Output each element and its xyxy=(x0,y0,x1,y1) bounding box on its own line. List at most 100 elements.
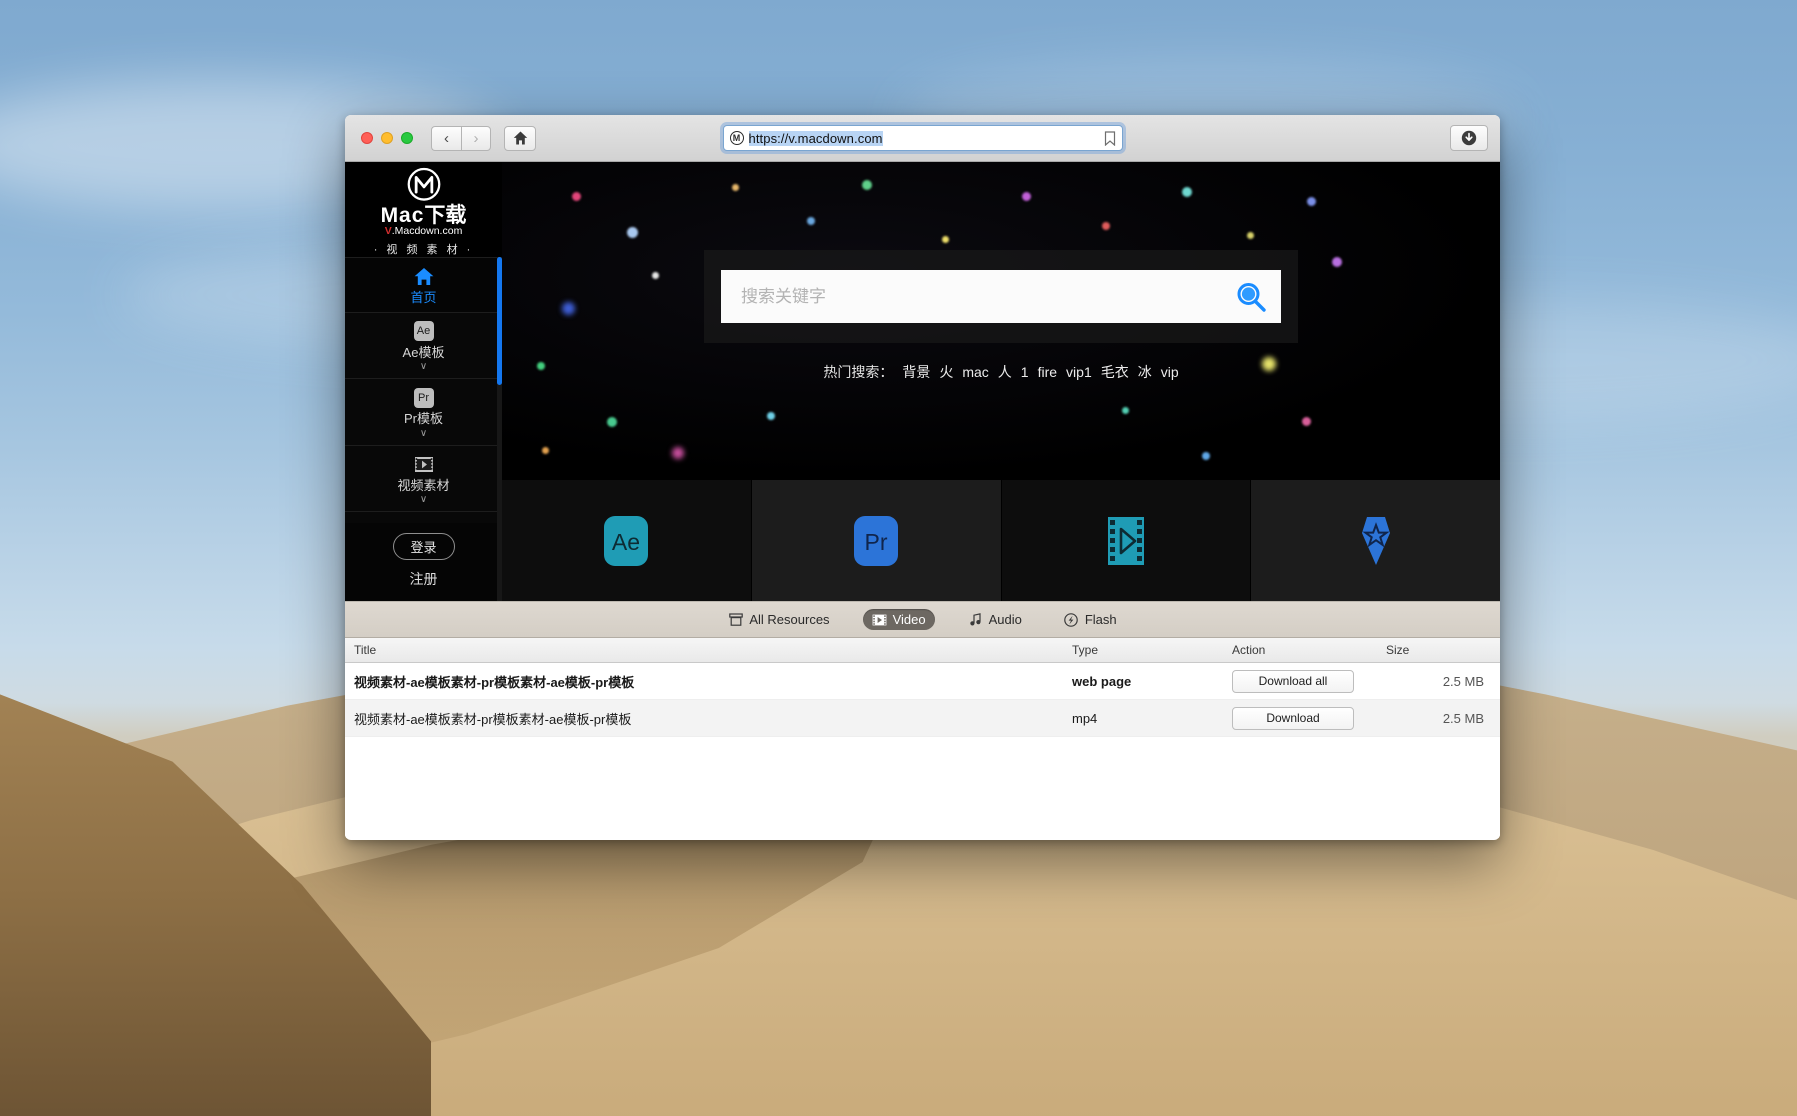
register-link[interactable]: 注册 xyxy=(410,569,438,589)
ae-tile[interactable]: Ae xyxy=(502,480,752,601)
hot-tag[interactable]: 背景 xyxy=(902,362,930,382)
login-button[interactable]: 登录 xyxy=(392,533,455,560)
particle xyxy=(627,227,638,238)
particle xyxy=(1302,417,1311,426)
forward-button[interactable]: › xyxy=(461,125,491,151)
flash-icon xyxy=(1064,612,1079,627)
column-header-type[interactable]: Type xyxy=(1072,643,1232,657)
hot-tag[interactable]: mac xyxy=(962,364,988,380)
download-all-button[interactable]: Download all xyxy=(1232,669,1354,693)
sidebar-item-pr-templates[interactable]: Pr Pr模板 ∨ xyxy=(345,378,502,445)
particle xyxy=(1022,192,1031,201)
home-button[interactable] xyxy=(504,125,536,151)
row-type: mp4 xyxy=(1072,710,1098,726)
pr-badge-icon: Pr xyxy=(413,387,434,408)
pr-badge-text: Pr xyxy=(413,387,434,408)
download-filter-tabs: All Resources Video Audio Flash xyxy=(345,602,1500,638)
site-logo[interactable]: Mac 下载 V.Macdown.com · 视 频 素 材 · xyxy=(345,162,502,257)
particle xyxy=(1202,452,1210,460)
ae-badge-icon: Ae xyxy=(413,321,434,342)
film-strip-icon xyxy=(414,454,434,475)
film-strip-icon xyxy=(1107,516,1144,565)
site-sidebar: Mac 下载 V.Macdown.com · 视 频 素 材 · 首页 Ae A… xyxy=(345,162,502,601)
tab-label: Video xyxy=(892,612,926,627)
brand-word-en: Mac xyxy=(380,204,425,228)
address-bar[interactable]: M https://v.macdown.com xyxy=(722,125,1123,151)
column-header-title[interactable]: Title xyxy=(345,643,1072,657)
ae-app-icon: Ae xyxy=(604,515,649,566)
particle xyxy=(1332,257,1342,267)
url-text: https://v.macdown.com xyxy=(748,130,883,146)
zoom-button[interactable] xyxy=(401,132,413,144)
back-button[interactable]: ‹ xyxy=(431,125,461,151)
sidebar-item-video-materials[interactable]: 视频素材 ∨ xyxy=(345,444,502,512)
downloads-button[interactable] xyxy=(1450,125,1488,151)
brand-word-cn: 下载 xyxy=(424,204,467,228)
hot-tag[interactable]: vip xyxy=(1161,364,1179,380)
particle xyxy=(767,412,775,420)
macdown-m-logo xyxy=(407,167,440,201)
sidebar-item-ae-templates[interactable]: Ae Ae模板 ∨ xyxy=(345,311,502,379)
row-action[interactable]: Download xyxy=(1232,706,1380,730)
download-empty-area xyxy=(345,737,1500,838)
tab-audio[interactable]: Audio xyxy=(959,609,1031,630)
tab-label: Audio xyxy=(988,612,1022,627)
navigation-buttons[interactable]: ‹ › xyxy=(431,125,491,151)
download-table-header: Title Type Action Size xyxy=(345,638,1500,663)
close-button[interactable] xyxy=(361,132,373,144)
sidebar-item-home[interactable]: 首页 xyxy=(345,257,502,312)
table-row[interactable]: 视频素材-ae模板素材-pr模板素材-ae模板-pr模板 mp4 Downloa… xyxy=(345,700,1500,737)
site-main: 热门搜索： 背景 火 mac 人 1 fire vip1 毛衣 冰 vip xyxy=(502,162,1500,601)
row-title: 视频素材-ae模板素材-pr模板素材-ae模板-pr模板 xyxy=(354,674,635,690)
music-note-icon xyxy=(968,613,983,627)
column-header-action[interactable]: Action xyxy=(1232,643,1380,657)
row-title: 视频素材-ae模板素材-pr模板素材-ae模板-pr模板 xyxy=(354,711,632,727)
hot-tag[interactable]: 人 xyxy=(998,362,1012,382)
hot-tag[interactable]: 1 xyxy=(1021,364,1029,380)
particle xyxy=(542,447,549,454)
address-bar-container[interactable]: M https://v.macdown.com xyxy=(722,125,1123,151)
row-size: 2.5 MB xyxy=(1442,710,1484,726)
brand-domain: V.Macdown.com xyxy=(385,225,463,239)
download-circle-icon xyxy=(1461,130,1477,146)
hot-tag[interactable]: 毛衣 xyxy=(1101,362,1129,382)
particle xyxy=(1262,357,1276,371)
sidebar-item-label: Pr模板 xyxy=(403,411,443,427)
hot-tag[interactable]: fire xyxy=(1038,364,1057,380)
tab-all-resources[interactable]: All Resources xyxy=(719,609,838,630)
pr-app-icon: Pr xyxy=(854,515,899,566)
row-action[interactable]: Download all xyxy=(1232,669,1380,693)
chevron-down-icon: ∨ xyxy=(419,361,428,373)
video-icon xyxy=(872,613,887,627)
brand-wordmark: Mac 下载 xyxy=(381,205,467,226)
particle xyxy=(942,236,949,243)
particle xyxy=(652,272,659,279)
vip-tile[interactable] xyxy=(1251,480,1500,601)
tab-label: All Resources xyxy=(749,612,830,627)
minimize-button[interactable] xyxy=(381,132,393,144)
search-input[interactable] xyxy=(741,286,1235,307)
column-header-size[interactable]: Size xyxy=(1380,643,1500,657)
table-row[interactable]: 视频素材-ae模板素材-pr模板素材-ae模板-pr模板 web page Do… xyxy=(345,663,1500,700)
pr-tile[interactable]: Pr xyxy=(751,480,1002,601)
search-box[interactable] xyxy=(721,270,1281,323)
bookmark-icon[interactable] xyxy=(1104,130,1116,146)
tab-flash[interactable]: Flash xyxy=(1055,609,1126,630)
brand-domain-prefix: V xyxy=(384,225,392,238)
hot-tag[interactable]: 冰 xyxy=(1138,362,1152,382)
tab-video[interactable]: Video xyxy=(862,609,935,630)
row-type: web page xyxy=(1072,673,1132,689)
ae-badge-text: Ae xyxy=(413,321,434,342)
video-tile[interactable] xyxy=(1001,480,1252,601)
hot-tag[interactable]: 火 xyxy=(939,362,953,382)
window-controls[interactable] xyxy=(361,132,413,144)
search-button[interactable] xyxy=(1235,281,1267,313)
home-icon xyxy=(513,131,527,145)
brand-subtitle: · 视 频 素 材 · xyxy=(373,244,474,256)
sidebar-account-area: 登录 注册 xyxy=(345,523,502,601)
sidebar-item-label: 首页 xyxy=(410,290,437,305)
particle xyxy=(807,217,815,225)
download-button[interactable]: Download xyxy=(1232,706,1354,730)
particle xyxy=(1247,232,1254,239)
hot-tag[interactable]: vip1 xyxy=(1066,364,1092,380)
